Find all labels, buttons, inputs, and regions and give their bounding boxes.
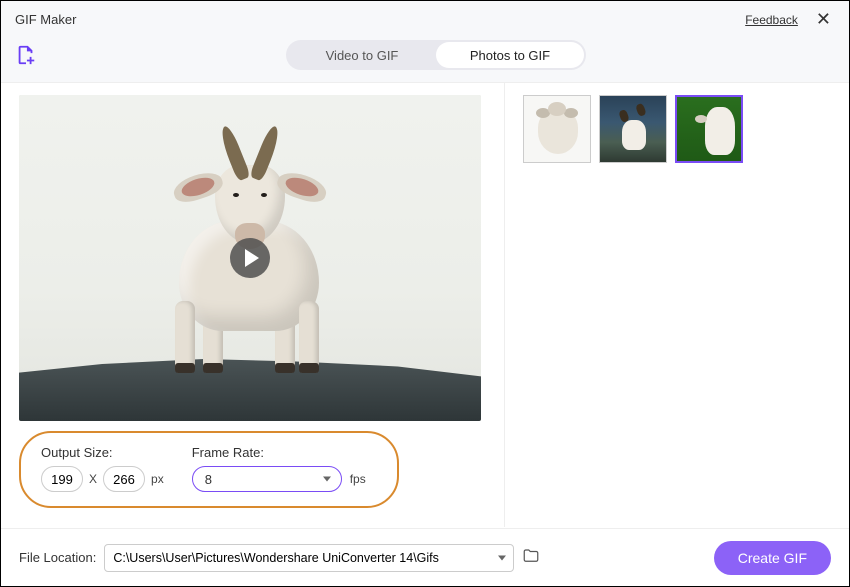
- file-location-label: File Location:: [19, 550, 96, 565]
- size-row: X px: [41, 466, 164, 492]
- px-label: px: [151, 472, 164, 486]
- file-location-input[interactable]: [104, 544, 514, 572]
- height-input[interactable]: [103, 466, 145, 492]
- width-input[interactable]: [41, 466, 83, 492]
- fps-label: fps: [350, 472, 366, 486]
- frame-rate-value: 8: [205, 472, 212, 487]
- thumbnail-strip: [523, 95, 831, 163]
- mode-tabs: Video to GIF Photos to GIF: [286, 40, 586, 70]
- subheader: Video to GIF Photos to GIF: [1, 34, 849, 83]
- output-settings: Output Size: X px Frame Rate: 8 fps: [19, 431, 399, 508]
- main-area: Output Size: X px Frame Rate: 8 fps: [1, 83, 849, 527]
- left-panel: Output Size: X px Frame Rate: 8 fps: [1, 83, 505, 527]
- thumbnail-1[interactable]: [523, 95, 591, 163]
- frame-rate-select[interactable]: 8: [192, 466, 342, 492]
- header-actions: Feedback ✕: [745, 9, 835, 30]
- preview-image: [19, 95, 481, 421]
- add-file-icon[interactable]: [15, 44, 37, 66]
- output-size-label: Output Size:: [41, 445, 164, 460]
- create-gif-button[interactable]: Create GIF: [714, 541, 831, 575]
- thumbnail-3[interactable]: [675, 95, 743, 163]
- output-size-group: Output Size: X px: [41, 445, 164, 492]
- title-bar: GIF Maker Feedback ✕: [1, 1, 849, 34]
- tab-photos-to-gif[interactable]: Photos to GIF: [436, 42, 584, 68]
- play-icon[interactable]: [230, 238, 270, 278]
- feedback-link[interactable]: Feedback: [745, 13, 798, 27]
- footer: File Location: Create GIF: [1, 528, 849, 586]
- frame-rate-label: Frame Rate:: [192, 445, 366, 460]
- right-panel: [505, 83, 849, 527]
- thumbnail-2[interactable]: [599, 95, 667, 163]
- window-title: GIF Maker: [15, 12, 76, 27]
- folder-icon[interactable]: [522, 547, 540, 568]
- frame-rate-row: 8 fps: [192, 466, 366, 492]
- close-icon[interactable]: ✕: [812, 9, 835, 30]
- tab-video-to-gif[interactable]: Video to GIF: [288, 42, 436, 68]
- frame-rate-group: Frame Rate: 8 fps: [192, 445, 366, 492]
- file-location-wrap: [104, 544, 514, 572]
- size-separator: X: [89, 472, 97, 486]
